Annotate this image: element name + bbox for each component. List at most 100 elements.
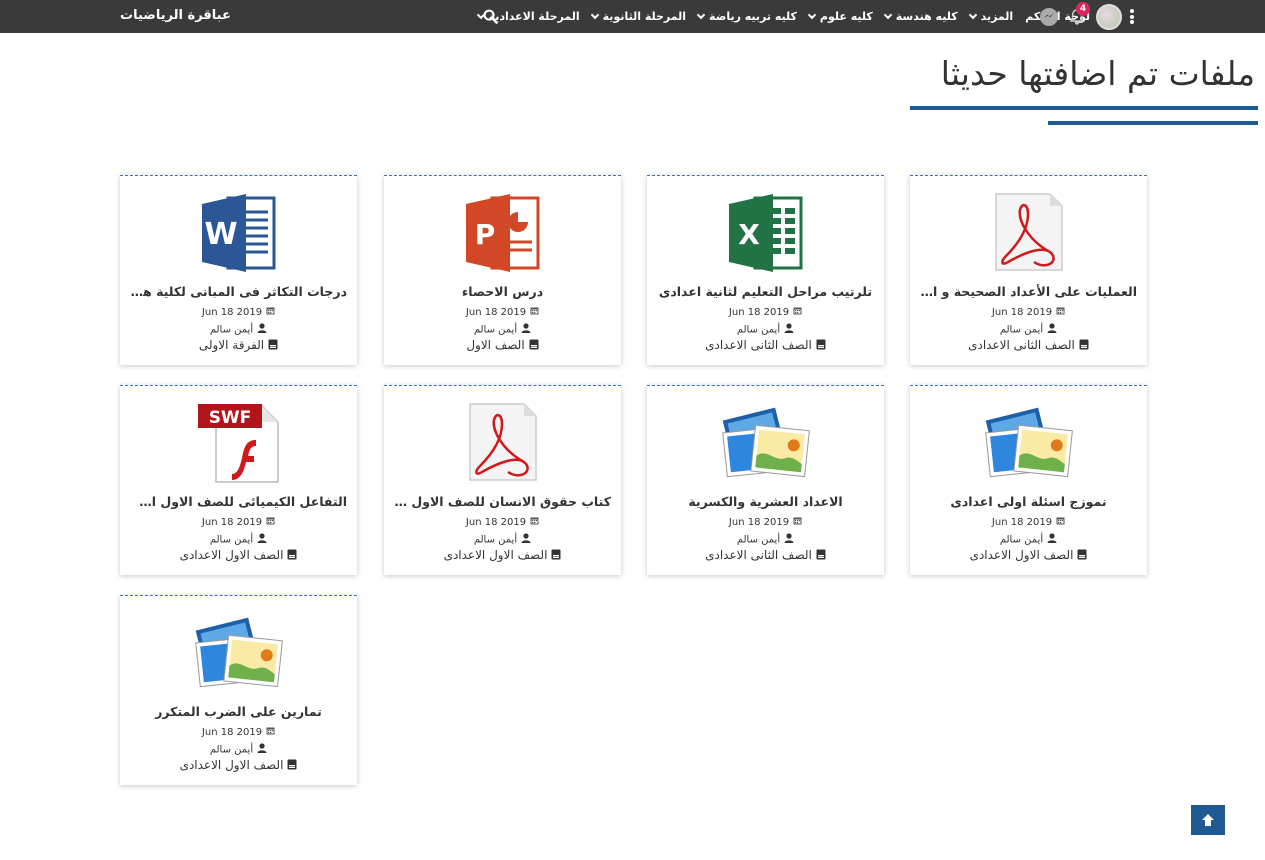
file-author: أيمن سالم (384, 323, 621, 336)
file-card[interactable]: تمارين على الضرب المتكرر Jun 18 2019 أيم… (120, 595, 357, 785)
file-card[interactable]: SWF التفاعل الكيميائى للصف الاول الاعداد… (120, 385, 357, 575)
file-title[interactable]: التفاعل الكيميائى للصف الاول الاعدادى (130, 494, 347, 509)
file-title[interactable]: العمليات على الأعداد الصحيحة و الأعد... (920, 284, 1137, 299)
svg-text:X: X (738, 218, 760, 251)
back-to-top-button[interactable] (1191, 805, 1225, 835)
nav-item[interactable]: كليه هندسة (883, 10, 958, 23)
kebab-menu-icon[interactable] (1130, 9, 1134, 24)
calendar-icon (1056, 306, 1065, 318)
messenger-icon[interactable] (1040, 7, 1058, 26)
docx-file-icon[interactable]: W (194, 192, 284, 274)
author-text[interactable]: أيمن سالم (1000, 535, 1043, 546)
nav-item[interactable]: المرحلة الثانوية (590, 10, 687, 23)
author-text[interactable]: أيمن سالم (210, 745, 253, 756)
nav-item[interactable]: كليه تربيه رياضة (696, 10, 797, 23)
notification-badge: 4 (1076, 1, 1090, 16)
date-text: Jun 18 2019 (728, 307, 790, 318)
chevron-down-icon (883, 10, 892, 20)
grade-text[interactable]: الصف الثانى الاعدادى (705, 338, 812, 352)
grade-text[interactable]: الصف الاول الاعدادى (444, 548, 548, 562)
file-title[interactable]: نموزج اسئلة اولى اعدادى (920, 494, 1137, 509)
nav-item-label: المزيد (980, 10, 1014, 23)
file-title[interactable]: كتاب حقوق الانسان للصف الاول الاعد... (394, 494, 611, 509)
file-title[interactable]: تلرتيب مراحل التعليم لثانية اعدادى (657, 284, 874, 299)
user-icon (784, 533, 794, 546)
file-author: أيمن سالم (647, 323, 884, 336)
file-card[interactable]: W درجات التكاثر فى المبانى لكلية هندسة J… (120, 175, 357, 365)
image-file-icon[interactable] (194, 612, 284, 694)
grade-text[interactable]: الصف الاول الاعدادى (180, 548, 284, 562)
file-date: Jun 18 2019 (384, 516, 621, 528)
file-author: أيمن سالم (120, 533, 357, 546)
file-grade: الصف الثانى الاعدادى (910, 338, 1147, 353)
chevron-down-icon (968, 10, 977, 20)
file-title[interactable]: الاعداد العشرية والكسرية (657, 494, 874, 509)
grade-text[interactable]: الفرقة الاولى (199, 338, 264, 352)
site-brand[interactable]: عباقرة الرياضيات (120, 8, 231, 23)
pptx-file-icon[interactable]: P (458, 192, 548, 274)
file-author: أيمن سالم (647, 533, 884, 546)
pdf-file-icon[interactable] (984, 192, 1074, 274)
file-author: أيمن سالم (910, 323, 1147, 336)
file-card[interactable]: نموزج اسئلة اولى اعدادى Jun 18 2019 أيمن… (910, 385, 1147, 575)
file-card[interactable]: الاعداد العشرية والكسرية Jun 18 2019 أيم… (647, 385, 884, 575)
pdf-file-icon[interactable] (458, 402, 548, 484)
author-text[interactable]: أيمن سالم (737, 325, 780, 336)
author-text[interactable]: أيمن سالم (474, 535, 517, 546)
book-icon (1079, 339, 1089, 353)
svg-text:SWF: SWF (208, 408, 251, 428)
swf-file-icon[interactable]: SWF (194, 402, 284, 484)
author-text[interactable]: أيمن سالم (1000, 325, 1043, 336)
chevron-down-icon (590, 10, 599, 20)
file-card[interactable]: العمليات على الأعداد الصحيحة و الأعد... … (910, 175, 1147, 365)
main-nav: المرحلة الاعدادية المرحلة الثانوية كليه تر… (466, 0, 1090, 33)
file-grade: الصف الثانى الاعدادى (647, 338, 884, 353)
file-title[interactable]: درس الاحصاء (394, 284, 611, 299)
grade-text[interactable]: الصف الثانى الاعدادى (705, 548, 812, 562)
file-card[interactable]: كتاب حقوق الانسان للصف الاول الاعد... Ju… (384, 385, 621, 575)
calendar-icon (793, 306, 802, 318)
file-author: أيمن سالم (384, 533, 621, 546)
file-card[interactable]: X تلرتيب مراحل التعليم لثانية اعدادى Jun… (647, 175, 884, 365)
file-date: Jun 18 2019 (910, 516, 1147, 528)
author-text[interactable]: أيمن سالم (737, 535, 780, 546)
nav-item[interactable]: المرحلة الاعدادية (476, 10, 580, 23)
grade-text[interactable]: الصف الثانى الاعدادى (968, 338, 1075, 352)
file-author: أيمن سالم (910, 533, 1147, 546)
nav-item-label: كليه هندسة (895, 10, 958, 23)
image-file-icon[interactable] (984, 402, 1074, 484)
file-card[interactable]: P درس الاحصاء Jun 18 2019 أيمن سالم الصف… (384, 175, 621, 365)
nav-item[interactable]: كليه علوم (807, 10, 873, 23)
file-grade: الصف الاول (384, 338, 621, 353)
user-icon (1047, 323, 1057, 336)
date-text: Jun 18 2019 (465, 307, 527, 318)
arrow-up-icon (1202, 814, 1214, 826)
avatar[interactable] (1096, 3, 1122, 30)
file-date: Jun 18 2019 (910, 306, 1147, 318)
author-text[interactable]: أيمن سالم (210, 535, 253, 546)
grade-text[interactable]: الصف الاول (466, 338, 524, 352)
title-underline-short (1048, 121, 1258, 125)
xlsx-file-icon[interactable]: X (721, 192, 811, 274)
file-grade: الفرقة الاولى (120, 338, 357, 353)
book-icon (287, 549, 297, 563)
calendar-icon (1056, 516, 1065, 528)
nav-item-label: المرحلة الثانوية (602, 10, 687, 23)
nav-item-label: كليه علوم (819, 10, 873, 23)
grade-text[interactable]: الصف الاول الاعدادى (180, 758, 284, 772)
author-text[interactable]: أيمن سالم (210, 325, 253, 336)
bell-icon[interactable]: 4 (1068, 1, 1090, 26)
author-text[interactable]: أيمن سالم (474, 325, 517, 336)
date-text: Jun 18 2019 (201, 517, 263, 528)
image-file-icon[interactable] (721, 402, 811, 484)
calendar-icon (793, 516, 802, 528)
file-title[interactable]: درجات التكاثر فى المبانى لكلية هندسة (130, 284, 347, 299)
date-text: Jun 18 2019 (728, 517, 790, 528)
grade-text[interactable]: الصف الاول الاعدادى (970, 548, 1074, 562)
user-icon (1047, 533, 1057, 546)
file-title[interactable]: تمارين على الضرب المتكرر (130, 704, 347, 719)
date-text: Jun 18 2019 (991, 517, 1053, 528)
book-icon (287, 759, 297, 773)
file-date: Jun 18 2019 (647, 306, 884, 318)
nav-item[interactable]: المزيد (968, 10, 1014, 23)
